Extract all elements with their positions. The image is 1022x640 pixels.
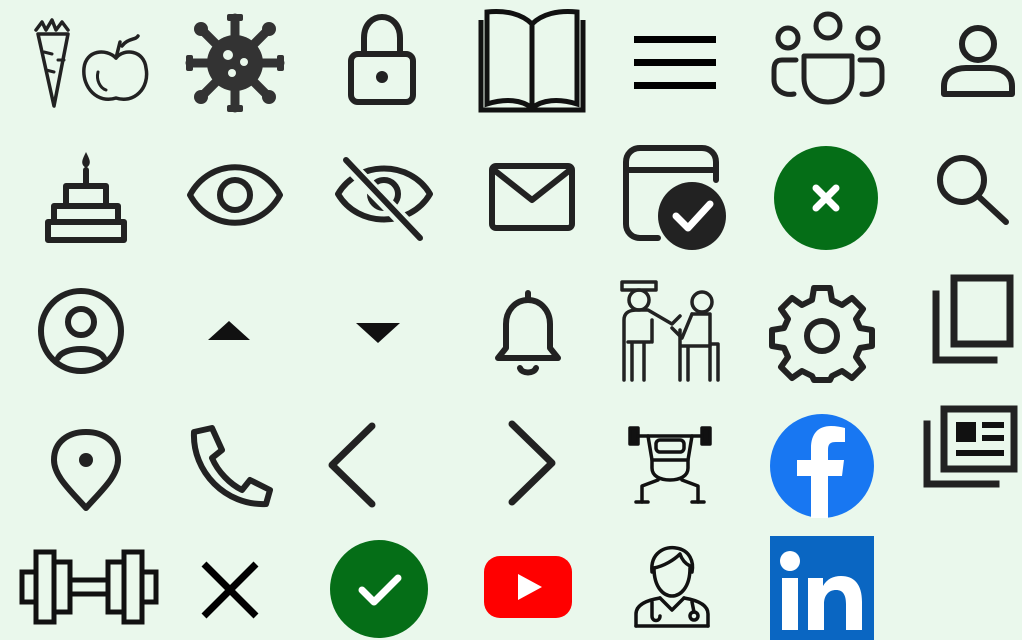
birthday-cake-icon[interactable] bbox=[45, 150, 127, 243]
group-icon[interactable] bbox=[770, 10, 886, 108]
youtube-icon[interactable] bbox=[484, 556, 572, 618]
account-circle-icon[interactable] bbox=[36, 286, 126, 376]
check-circle-icon[interactable] bbox=[330, 540, 428, 638]
mail-icon[interactable] bbox=[488, 162, 576, 232]
dumbbell-icon[interactable] bbox=[18, 548, 160, 626]
facebook-icon[interactable] bbox=[770, 414, 874, 518]
gear-icon[interactable] bbox=[769, 284, 875, 384]
eye-off-icon[interactable] bbox=[334, 154, 434, 243]
linkedin-icon[interactable] bbox=[770, 536, 874, 640]
weightlifter-icon[interactable] bbox=[628, 424, 712, 504]
location-pin-icon[interactable] bbox=[50, 428, 122, 512]
menu-icon[interactable] bbox=[634, 34, 716, 92]
chevron-right-icon[interactable] bbox=[506, 420, 558, 506]
close-circle-icon[interactable] bbox=[774, 146, 878, 250]
chevron-left-icon[interactable] bbox=[326, 422, 378, 508]
lock-icon[interactable] bbox=[346, 14, 418, 106]
user-icon[interactable] bbox=[940, 24, 1016, 100]
close-icon[interactable] bbox=[198, 560, 262, 620]
bell-icon[interactable] bbox=[492, 290, 564, 376]
icon-sheet bbox=[0, 0, 1022, 640]
virus-icon[interactable] bbox=[184, 12, 286, 114]
copy-icon[interactable] bbox=[930, 274, 1014, 366]
vegetables-fruit-icon[interactable] bbox=[32, 18, 149, 110]
news-icon[interactable] bbox=[922, 404, 1018, 488]
open-book-icon[interactable] bbox=[478, 9, 586, 114]
doctor-icon[interactable] bbox=[630, 544, 714, 628]
caret-down-icon[interactable] bbox=[356, 322, 400, 344]
caret-up-icon[interactable] bbox=[208, 320, 250, 342]
search-icon[interactable] bbox=[934, 154, 1012, 226]
calendar-check-icon[interactable] bbox=[622, 144, 730, 250]
phone-icon[interactable] bbox=[186, 424, 273, 508]
caregiver-icon[interactable] bbox=[618, 280, 722, 382]
eye-icon[interactable] bbox=[186, 162, 284, 228]
